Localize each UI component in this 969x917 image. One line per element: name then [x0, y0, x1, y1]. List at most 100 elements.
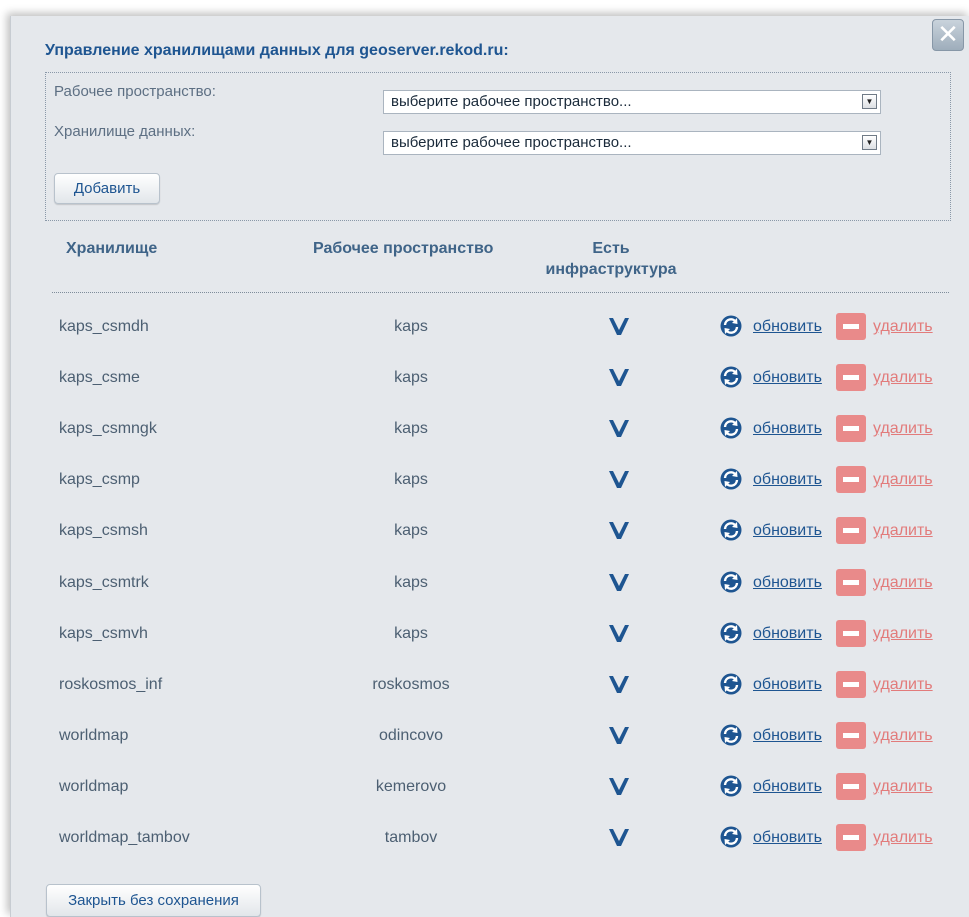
table-row: kaps_csmvh kaps обновить удалить	[11, 619, 969, 673]
datastore-label: Хранилище данных:	[54, 123, 196, 140]
refresh-icon[interactable]	[720, 673, 742, 695]
check-icon	[609, 573, 629, 591]
store-name: kaps_csmtrk	[59, 573, 149, 591]
store-name: roskosmos_inf	[59, 675, 163, 693]
refresh-icon[interactable]	[720, 366, 742, 388]
workspace-select-value: выберите рабочее пространство...	[391, 93, 632, 110]
delete-link[interactable]: удалить	[873, 417, 933, 441]
workspace-select[interactable]: выберите рабочее пространство... ▼	[383, 90, 881, 114]
table-row: kaps_csmsh kaps обновить удалить	[11, 517, 969, 570]
delete-icon[interactable]	[836, 721, 866, 749]
delete-icon[interactable]	[836, 415, 866, 443]
delete-link[interactable]: удалить	[873, 571, 933, 595]
check-icon	[609, 675, 629, 693]
header-separator	[52, 292, 949, 293]
store-name: kaps_csme	[59, 369, 140, 387]
refresh-icon[interactable]	[720, 622, 742, 644]
check-icon	[609, 829, 629, 846]
refresh-link[interactable]: обновить	[753, 724, 822, 748]
refresh-icon[interactable]	[720, 571, 742, 593]
workspace-name: kemerovo	[375, 777, 447, 795]
refresh-link[interactable]: обновить	[753, 826, 822, 850]
delete-link[interactable]: удалить	[873, 468, 933, 492]
delete-icon[interactable]	[836, 824, 866, 851]
refresh-icon[interactable]	[720, 315, 742, 337]
delete-icon[interactable]	[836, 364, 866, 392]
workspace-label: Рабочее пространство:	[54, 83, 216, 100]
dialog-title: Управление хранилищами данных для geoser…	[45, 42, 509, 59]
check-icon	[609, 369, 629, 387]
delete-link[interactable]: удалить	[873, 673, 933, 697]
refresh-icon[interactable]	[720, 519, 742, 541]
workspace-name: tambov	[384, 829, 438, 846]
delete-link[interactable]: удалить	[873, 622, 933, 646]
refresh-link[interactable]: обновить	[753, 315, 822, 339]
workspace-name: roskosmos	[372, 675, 450, 693]
check-icon	[609, 318, 629, 335]
datastore-select[interactable]: выберите рабочее пространство... ▼	[383, 131, 881, 155]
check-icon	[609, 624, 629, 642]
header-workspace: Рабочее пространство	[313, 240, 494, 257]
table-row: kaps_csmdh kaps обновить удалить	[11, 313, 969, 366]
refresh-link[interactable]: обновить	[753, 417, 822, 441]
table-row: worldmap kemerovo обновить удалить	[11, 772, 969, 826]
refresh-link[interactable]: обновить	[753, 519, 822, 543]
workspace-name: odincovo	[378, 726, 444, 744]
close-icon[interactable]: ✕	[932, 19, 964, 51]
refresh-icon[interactable]	[720, 417, 742, 439]
refresh-link[interactable]: обновить	[753, 366, 822, 390]
delete-icon[interactable]	[836, 517, 866, 545]
store-name: kaps_csmdh	[59, 318, 149, 335]
delete-icon[interactable]	[836, 568, 866, 596]
store-name: worldmap	[59, 726, 129, 744]
check-icon	[609, 726, 629, 744]
delete-icon[interactable]	[836, 619, 866, 647]
refresh-link[interactable]: обновить	[753, 673, 822, 697]
close-without-saving-button[interactable]: Закрыть без сохранения	[46, 884, 261, 917]
delete-link[interactable]: удалить	[873, 826, 933, 850]
workspace-name: kaps	[394, 369, 428, 387]
delete-link[interactable]: удалить	[873, 519, 933, 543]
refresh-link[interactable]: обновить	[753, 571, 822, 595]
table-row: kaps_csme kaps обновить удалить	[11, 364, 969, 417]
workspace-name: kaps	[394, 318, 428, 335]
table-row: roskosmos_inf roskosmos обновить удалить	[11, 670, 969, 724]
table-row: kaps_csmp kaps обновить удалить	[11, 466, 969, 519]
store-name: kaps_csmngk	[59, 420, 157, 438]
refresh-link[interactable]: обновить	[753, 468, 822, 492]
delete-icon[interactable]	[836, 466, 866, 494]
check-icon	[609, 777, 629, 795]
datastore-select-value: выберите рабочее пространство...	[391, 134, 632, 151]
workspace-name: kaps	[394, 471, 428, 489]
header-infrastructure-line2: инфраструктура	[545, 261, 677, 278]
refresh-icon[interactable]	[720, 724, 742, 746]
add-store-form: Рабочее пространство: выберите рабочее п…	[45, 72, 951, 221]
storage-dialog: Управление хранилищами данных для geoser…	[10, 16, 969, 917]
refresh-icon[interactable]	[720, 468, 742, 490]
chevron-down-icon[interactable]: ▼	[862, 135, 877, 150]
header-store: Хранилище	[66, 240, 158, 257]
table-row: worldmap_tambov tambov обновить удалить	[11, 824, 969, 877]
add-button[interactable]: Добавить	[54, 173, 160, 204]
delete-link[interactable]: удалить	[873, 366, 933, 390]
table-row: kaps_csmngk kaps обновить удалить	[11, 415, 969, 468]
delete-icon[interactable]	[836, 772, 866, 800]
delete-link[interactable]: удалить	[873, 775, 933, 799]
delete-icon[interactable]	[836, 313, 866, 340]
check-icon	[609, 420, 629, 438]
refresh-icon[interactable]	[720, 826, 742, 848]
header-infrastructure-line1: Есть	[592, 240, 630, 257]
delete-link[interactable]: удалить	[873, 315, 933, 339]
table-row: kaps_csmtrk kaps обновить удалить	[11, 568, 969, 622]
workspace-name: kaps	[394, 522, 428, 540]
store-name: worldmap	[59, 777, 129, 795]
store-name: kaps_csmsh	[59, 522, 148, 540]
refresh-link[interactable]: обновить	[753, 622, 822, 646]
chevron-down-icon[interactable]: ▼	[862, 94, 877, 109]
delete-icon[interactable]	[836, 670, 866, 698]
delete-link[interactable]: удалить	[873, 724, 933, 748]
store-name: kaps_csmp	[59, 471, 140, 489]
refresh-icon[interactable]	[720, 775, 742, 797]
store-name: worldmap_tambov	[59, 829, 190, 846]
refresh-link[interactable]: обновить	[753, 775, 822, 799]
